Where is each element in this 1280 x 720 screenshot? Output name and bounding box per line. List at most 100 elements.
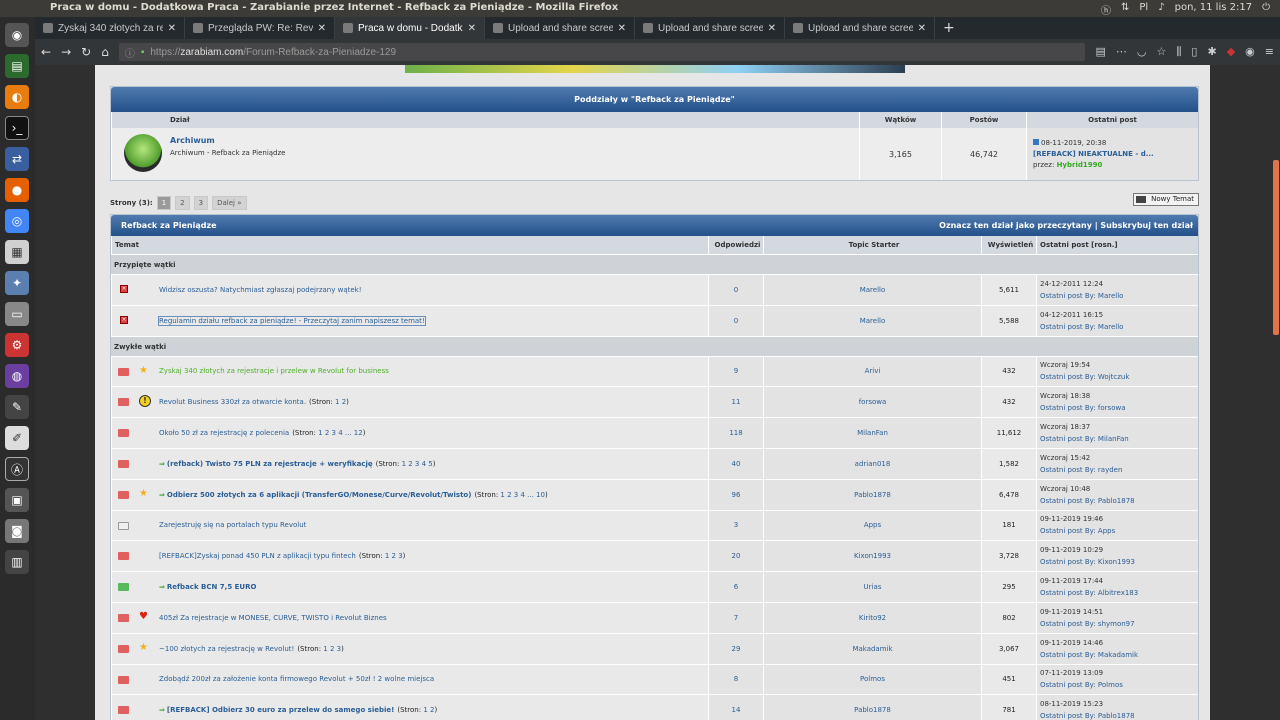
thread-replies[interactable]: 29 [708, 633, 763, 664]
thread-starter[interactable]: MilanFan [763, 418, 981, 448]
url-bar[interactable]: ⓘ ▪ https://zarabiam.com/Forum-Refback-z… [118, 43, 1086, 61]
new-tab-button[interactable]: + [935, 17, 963, 39]
thread-title-link[interactable]: (refback) Twisto 75 PLN za rejestracje +… [167, 460, 373, 468]
page-3[interactable]: 3 [193, 196, 209, 210]
last-post-by[interactable]: Ostatni post By: Albitrex183 [1040, 587, 1138, 599]
thread-title-link[interactable]: 405zł Za rejestracje w MONESE, CURVE, TW… [159, 614, 387, 622]
close-icon[interactable]: ✕ [618, 23, 626, 34]
ubuntu-dash-icon[interactable]: ◉ [5, 23, 29, 47]
inkscape-icon[interactable]: ✎ [5, 395, 29, 419]
new-topic-button[interactable]: Nowy Temat [1133, 193, 1199, 206]
thread-replies[interactable]: 7 [708, 602, 763, 633]
page-1[interactable]: 1 [156, 196, 172, 210]
system-monitor-icon[interactable]: ▤ [5, 54, 29, 78]
last-post-by[interactable]: Ostatni post By: Polmos [1040, 679, 1123, 691]
disk-icon[interactable]: ◍ [5, 364, 29, 388]
reader-view-icon[interactable]: ▤ [1095, 45, 1105, 59]
tab-praca[interactable]: Praca w domu - Dodatk ✕ [335, 17, 485, 39]
last-post-by[interactable]: Ostatni post By: Marello [1040, 321, 1123, 333]
pocket-icon[interactable]: ◡ [1137, 45, 1147, 59]
trash-icon[interactable]: ▥ [5, 550, 29, 574]
thread-replies[interactable]: 40 [708, 448, 763, 479]
thread-starter[interactable]: Makadamik [763, 633, 981, 664]
sidebar-icon[interactable]: ▯ [1191, 45, 1197, 59]
page-next[interactable]: Dalej » [212, 196, 247, 210]
account-icon[interactable]: ◉ [1245, 45, 1255, 59]
last-post-author[interactable]: Hybrid1990 [1057, 161, 1103, 169]
thread-starter[interactable]: Kixon1993 [763, 541, 981, 572]
thread-title-link[interactable]: ~100 złotych za rejestrację w Revolut! [159, 645, 294, 653]
last-post-link[interactable]: [REFBACK] NIEAKTUALNE - d... [1033, 149, 1198, 160]
more-icon[interactable]: ⋯ [1116, 45, 1127, 59]
text-editor-icon[interactable]: ✐ [5, 426, 29, 450]
thread-replies[interactable]: 0 [708, 305, 763, 336]
last-post-by[interactable]: Ostatni post By: Marello [1040, 290, 1123, 302]
close-icon[interactable]: ✕ [768, 23, 776, 34]
thread-replies[interactable]: 6 [708, 572, 763, 602]
info-icon[interactable]: ⓘ [125, 45, 135, 60]
last-post-by[interactable]: Ostatni post By: Kixon1993 [1040, 556, 1135, 568]
ublock-icon[interactable]: ◆ [1227, 45, 1235, 59]
extension-icon[interactable]: ✱ [1207, 45, 1216, 59]
thread-title-link[interactable]: [REFBACK] Odbierz 30 euro za przelew do … [167, 706, 394, 714]
close-icon[interactable]: ✕ [168, 23, 176, 34]
last-post-by[interactable]: Ostatni post By: shymon97 [1040, 618, 1135, 630]
system-settings-icon[interactable]: ⚙ [5, 333, 29, 357]
thread-replies[interactable]: 9 [708, 356, 763, 387]
thread-starter[interactable]: adrian018 [763, 448, 981, 479]
last-post-by[interactable]: Ostatni post By: Pablo1878 [1040, 495, 1135, 507]
thread-title-link[interactable]: Zyskaj 340 złotych za rejestracje i prze… [159, 367, 389, 375]
thread-replies[interactable]: 96 [708, 479, 763, 510]
page-2[interactable]: 2 [175, 196, 190, 210]
thread-starter[interactable]: Kirito92 [763, 602, 981, 633]
thread-starter[interactable]: Pablo1878 [763, 479, 981, 510]
thread-starter[interactable]: Urias [763, 572, 981, 602]
thread-starter[interactable]: forsowa [763, 387, 981, 418]
bookmark-star-icon[interactable]: ☆ [1156, 45, 1166, 59]
power-icon[interactable]: ⏻ [1262, 2, 1270, 17]
thread-replies[interactable]: 20 [708, 541, 763, 572]
tab-przeglada[interactable]: Przegląda PW: Re: Revol ✕ [185, 17, 335, 39]
last-post-by[interactable]: Ostatni post By: forsowa [1040, 402, 1126, 414]
tab-zyskaj[interactable]: Zyskaj 340 złotych za rej ✕ [35, 17, 185, 39]
menu-icon[interactable]: ≡ [1265, 45, 1274, 59]
thread-title-link[interactable]: Regulamin działu refback za pieniądze! -… [158, 315, 426, 326]
thread-starter[interactable]: Apps [763, 510, 981, 541]
files-icon[interactable]: ▭ [5, 302, 29, 326]
network-icon[interactable]: ⇅ [1121, 2, 1129, 17]
last-post-by[interactable]: Ostatni post By: Apps [1040, 525, 1115, 537]
blender-icon[interactable]: ◐ [5, 85, 29, 109]
thread-starter[interactable]: Marello [763, 305, 981, 336]
last-post-by[interactable]: Ostatni post By: Pablo1878 [1040, 710, 1135, 720]
back-icon[interactable]: ← [41, 45, 51, 59]
thread-title-link[interactable]: Zdobądź 200zł za założenie konta firmowe… [159, 675, 434, 683]
last-post-by[interactable]: Ostatni post By: rayden [1040, 464, 1122, 476]
thread-replies[interactable]: 14 [708, 695, 763, 720]
screenshot-icon[interactable]: ▣ [5, 488, 29, 512]
network-tool-icon[interactable]: ⇄ [5, 147, 29, 171]
tab-upload-1[interactable]: Upload and share screen ✕ [485, 17, 635, 39]
thread-replies[interactable]: 11 [708, 387, 763, 418]
last-post-by[interactable]: Ostatni post By: Makadamik [1040, 649, 1138, 661]
thread-title-link[interactable]: [REFBACK]Zyskaj ponad 450 PLN z aplikacj… [159, 552, 356, 560]
subforum-link[interactable]: Archiwum [170, 136, 859, 145]
thread-starter[interactable]: Pablo1878 [763, 695, 981, 720]
thread-title-link[interactable]: Revolut Business 330zł za otwarcie konta… [159, 398, 306, 406]
tab-upload-2[interactable]: Upload and share screen ✕ [635, 17, 785, 39]
system-tray[interactable]: ⓗ ⇅ Pl ♪ pon, 11 lis 2:17 ⏻ [1101, 2, 1270, 17]
thread-replies[interactable]: 0 [708, 275, 763, 305]
volume-icon[interactable]: ♪ [1158, 2, 1164, 17]
software-updater-icon[interactable]: Ⓐ [5, 457, 29, 481]
thread-starter[interactable]: Arivi [763, 356, 981, 387]
settings-app-icon[interactable]: ✦ [5, 271, 29, 295]
hp-icon[interactable]: ⓗ [1101, 2, 1111, 17]
tab-upload-3[interactable]: Upload and share screen ✕ [785, 17, 935, 39]
thread-replies[interactable]: 118 [708, 418, 763, 448]
close-icon[interactable]: ✕ [318, 23, 326, 34]
last-post-by[interactable]: Ostatni post By: MilanFan [1040, 433, 1129, 445]
thread-starter[interactable]: Marello [763, 275, 981, 305]
thread-title-link[interactable]: Zarejestruję się na portalach typu Revol… [159, 521, 306, 529]
scrollbar[interactable] [1272, 65, 1280, 720]
thread-starter[interactable]: Polmos [763, 664, 981, 695]
thread-replies[interactable]: 8 [708, 664, 763, 695]
